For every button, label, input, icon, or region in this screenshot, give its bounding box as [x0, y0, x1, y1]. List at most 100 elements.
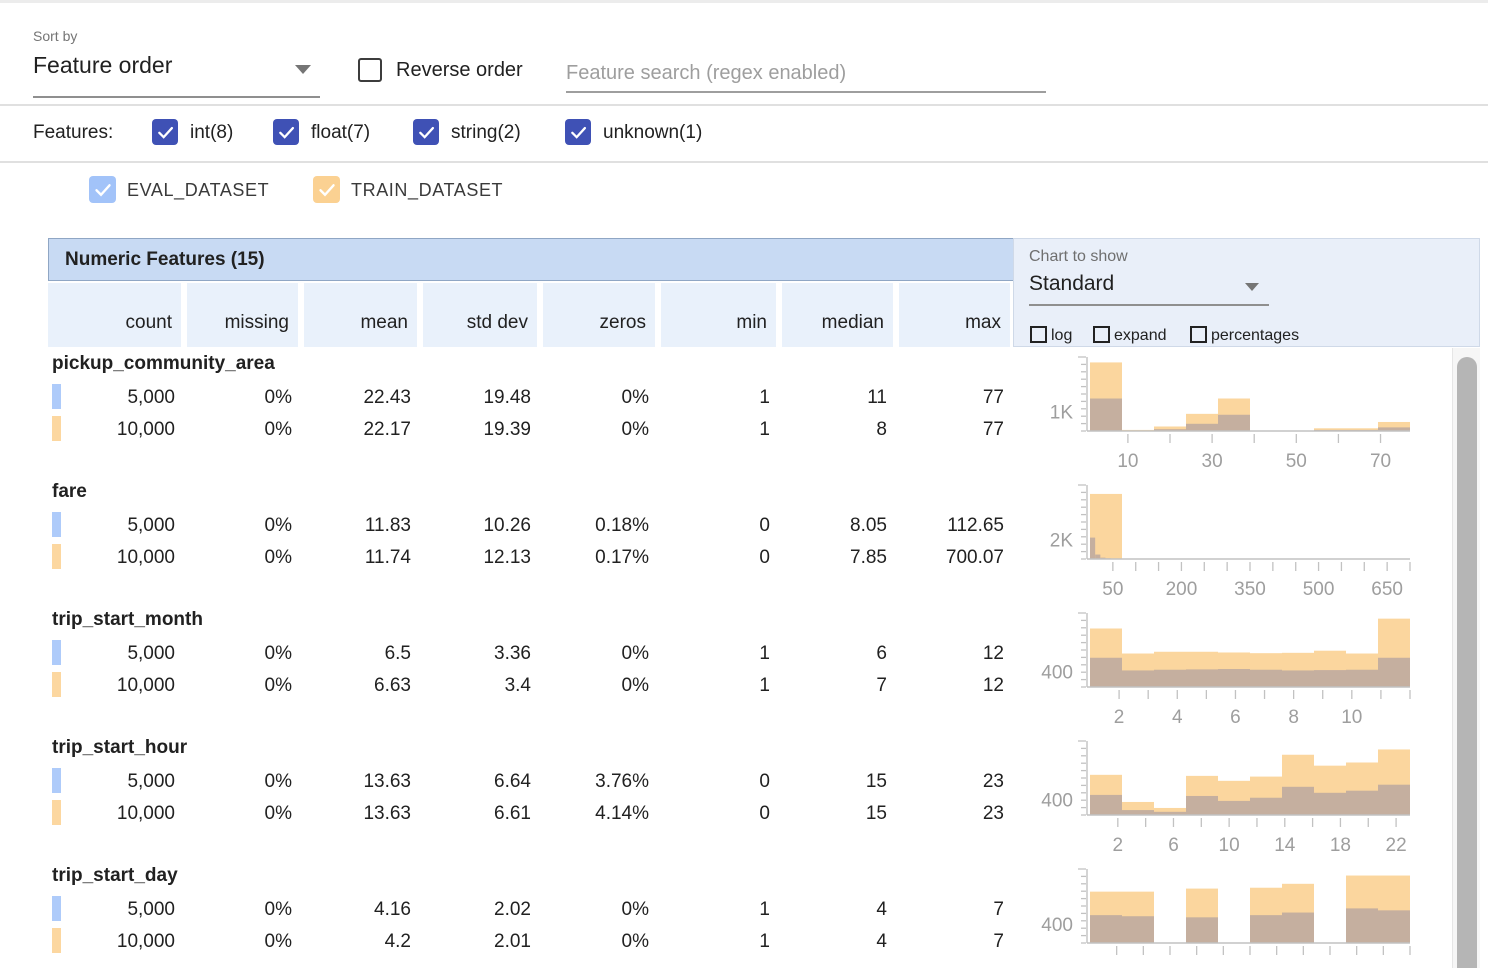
column-header-std-dev: std dev [423, 283, 537, 347]
stat-mean: 4.16 [304, 894, 411, 926]
vertical-scrollbar-thumb[interactable] [1457, 357, 1477, 968]
stat-median: 7 [782, 670, 887, 702]
expand-label: expand [1114, 327, 1167, 345]
stat-mean: 6.63 [304, 670, 411, 702]
filter-float-label: float(7) [311, 122, 370, 144]
svg-text:18: 18 [1330, 835, 1351, 856]
stat-std-dev: 2.01 [423, 926, 531, 958]
stat-mean: 13.63 [304, 766, 411, 798]
stat-zeros: 0% [543, 926, 649, 958]
stat-zeros: 0.17% [543, 542, 649, 574]
stat-count: 10,000 [48, 926, 175, 958]
svg-text:30: 30 [1202, 451, 1223, 472]
svg-text:1K: 1K [1050, 402, 1074, 423]
stat-max: 77 [899, 382, 1004, 414]
stat-count: 5,000 [48, 894, 175, 926]
filter-int-checkbox[interactable] [152, 119, 178, 145]
stat-count: 10,000 [48, 414, 175, 446]
histogram-pickup_community_area: 103050701K [1030, 350, 1430, 476]
stat-mean: 11.83 [304, 510, 411, 542]
stat-max: 77 [899, 414, 1004, 446]
chart-to-show-label: Chart to show [1029, 248, 1128, 266]
chart-type-select[interactable]: Standard [1029, 272, 1269, 306]
stat-zeros: 0.18% [543, 510, 649, 542]
stat-missing: 0% [187, 510, 292, 542]
svg-text:6: 6 [1168, 835, 1179, 856]
stat-median: 4 [782, 926, 887, 958]
svg-text:2K: 2K [1050, 531, 1074, 552]
column-header-min: min [661, 283, 776, 347]
chart-type-value: Standard [1029, 272, 1114, 295]
svg-text:22: 22 [1386, 835, 1407, 856]
stat-max: 23 [899, 798, 1004, 830]
svg-text:400: 400 [1041, 790, 1073, 811]
svg-text:50: 50 [1102, 579, 1123, 600]
filter-int-label: int(8) [190, 122, 233, 144]
train-dataset-checkbox[interactable] [313, 176, 340, 203]
stat-std-dev: 6.64 [423, 766, 531, 798]
train-dataset-label: TRAIN_DATASET [351, 180, 503, 201]
stat-std-dev: 10.26 [423, 510, 531, 542]
stat-count: 10,000 [48, 670, 175, 702]
feature-name: fare [52, 480, 87, 504]
chart-to-show-panel: Chart to show Standard log expand percen… [1013, 238, 1480, 347]
svg-text:70: 70 [1370, 451, 1391, 472]
stat-zeros: 0% [543, 414, 649, 446]
eval-dataset-checkbox[interactable] [89, 176, 116, 203]
stat-mean: 22.17 [304, 414, 411, 446]
expand-checkbox[interactable] [1093, 326, 1110, 343]
vertical-scrollbar-track[interactable] [1452, 348, 1480, 968]
filter-string-checkbox[interactable] [413, 119, 439, 145]
stat-max: 12 [899, 670, 1004, 702]
stat-min: 1 [661, 638, 770, 670]
feature-name: trip_start_day [52, 864, 178, 888]
stat-min: 1 [661, 926, 770, 958]
stat-median: 7.85 [782, 542, 887, 574]
column-header-count: count [48, 283, 181, 347]
stat-zeros: 0% [543, 382, 649, 414]
stat-mean: 6.5 [304, 638, 411, 670]
stat-min: 1 [661, 894, 770, 926]
sort-by-underline [33, 96, 320, 98]
column-header-zeros: zeros [543, 283, 655, 347]
svg-text:14: 14 [1274, 835, 1296, 856]
histogram-trip_start_hour: 2 6 10 14 18 22 400 [1030, 734, 1430, 860]
stat-count: 5,000 [48, 638, 175, 670]
features-label: Features: [33, 122, 113, 144]
stat-zeros: 0% [543, 638, 649, 670]
svg-text:350: 350 [1234, 579, 1266, 600]
stat-zeros: 4.14% [543, 798, 649, 830]
stat-count: 10,000 [48, 798, 175, 830]
column-header-max: max [899, 283, 1010, 347]
stat-zeros: 3.76% [543, 766, 649, 798]
stat-missing: 0% [187, 894, 292, 926]
stat-missing: 0% [187, 414, 292, 446]
filter-unknown-checkbox[interactable] [565, 119, 591, 145]
feature-search-input[interactable] [566, 55, 1046, 93]
eval-dataset-label: EVAL_DATASET [127, 180, 269, 201]
chart-type-underline [1029, 304, 1269, 306]
sort-by-select[interactable]: Feature order [33, 52, 320, 98]
percentages-checkbox[interactable] [1190, 326, 1207, 343]
stat-min: 0 [661, 766, 770, 798]
filter-float-checkbox[interactable] [273, 119, 299, 145]
numeric-features-header: Numeric Features (15) [48, 238, 1014, 281]
svg-text:10: 10 [1341, 707, 1362, 728]
svg-text:2: 2 [1114, 707, 1125, 728]
svg-text:4: 4 [1172, 707, 1183, 728]
log-checkbox[interactable] [1030, 326, 1047, 343]
svg-text:2: 2 [1113, 835, 1124, 856]
stat-min: 1 [661, 382, 770, 414]
reverse-order-checkbox[interactable] [358, 58, 382, 82]
stat-std-dev: 12.13 [423, 542, 531, 574]
chevron-down-icon [1245, 283, 1259, 291]
svg-text:10: 10 [1219, 835, 1240, 856]
column-header-missing: missing [187, 283, 298, 347]
svg-text:400: 400 [1041, 915, 1073, 936]
stat-min: 0 [661, 510, 770, 542]
stat-median: 15 [782, 798, 887, 830]
stat-zeros: 0% [543, 894, 649, 926]
feature-name: pickup_community_area [52, 352, 275, 376]
stat-mean: 11.74 [304, 542, 411, 574]
stat-std-dev: 19.39 [423, 414, 531, 446]
